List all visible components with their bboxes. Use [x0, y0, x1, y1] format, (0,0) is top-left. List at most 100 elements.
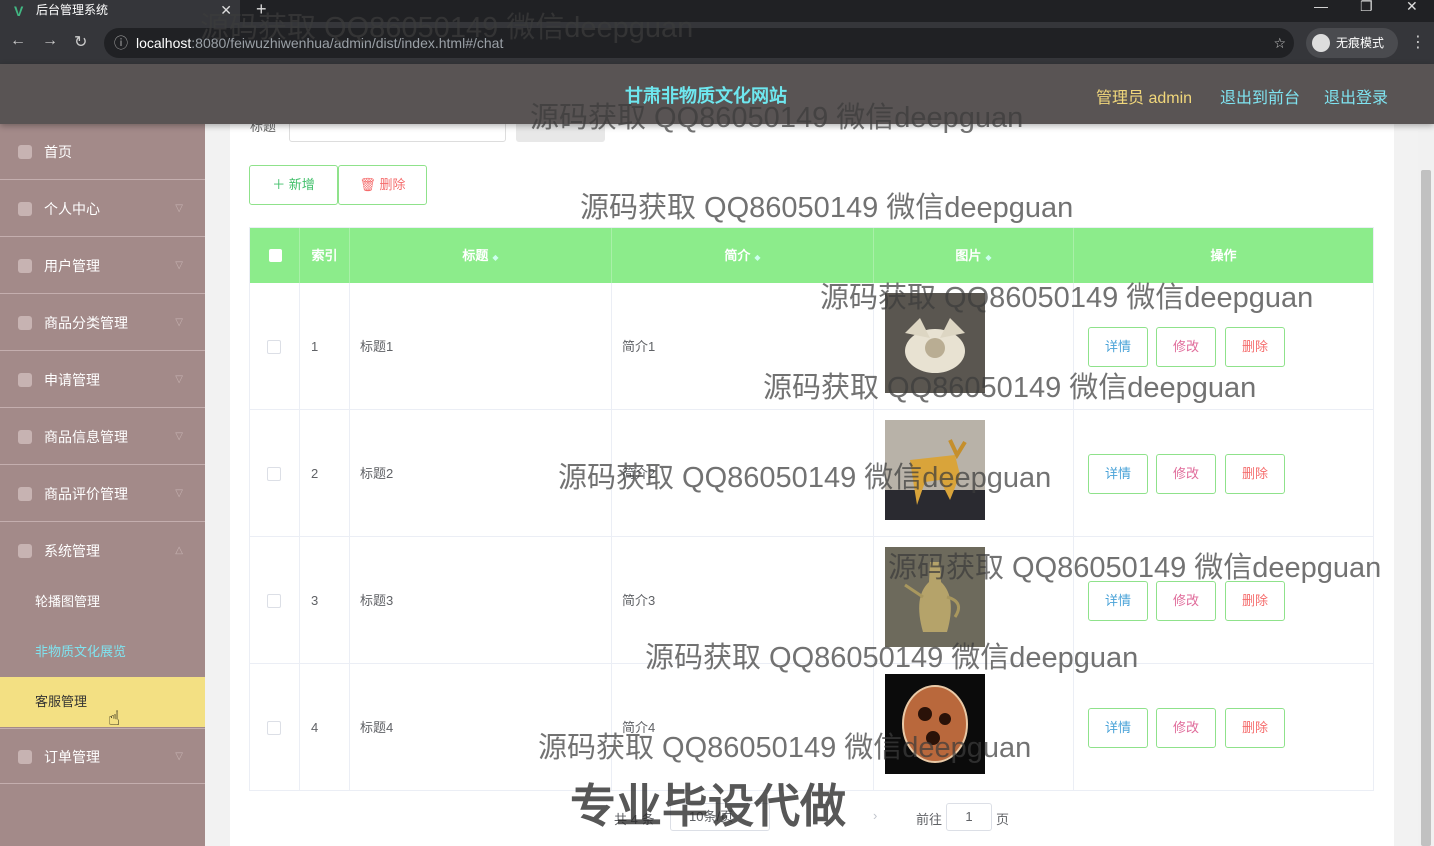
- edit-button[interactable]: 修改: [1156, 708, 1216, 748]
- chevron-down-icon: ▽: [175, 317, 183, 328]
- address-bar[interactable]: ⓘ localhost:8080/feiwuzhiwenhua/admin/di…: [104, 28, 1294, 58]
- sidebar-item-label: 商品分类管理: [44, 315, 128, 331]
- close-tab-icon[interactable]: ✕: [220, 0, 232, 20]
- sidebar-item-label: 订单管理: [44, 749, 100, 765]
- sidebar-item-applications[interactable]: 申请管理 ▽: [0, 352, 205, 408]
- cell-index: 2: [300, 410, 350, 537]
- sidebar-item-home[interactable]: 首页: [0, 124, 205, 180]
- sidebar-subitem-carousel[interactable]: 轮播图管理: [0, 577, 205, 627]
- url-path: :8080/feiwuzhiwenhua/admin/dist/index.ht…: [191, 35, 504, 51]
- batch-delete-button[interactable]: 🗑 删除: [338, 165, 427, 205]
- logout-link[interactable]: 退出登录: [1324, 84, 1388, 108]
- thumbnail-image[interactable]: [885, 674, 985, 774]
- edit-button[interactable]: 修改: [1156, 581, 1216, 621]
- row-select-cell: [250, 664, 300, 791]
- app-header: 甘肃非物质文化网站 管理员 admin 退出到前台 退出登录: [0, 64, 1434, 124]
- sidebar-item-personal[interactable]: 个人中心 ▽: [0, 181, 205, 237]
- browser-toolbar: ← → ↻ ⓘ localhost:8080/feiwuzhiwenhua/ad…: [0, 22, 1434, 64]
- incognito-badge[interactable]: 无痕模式: [1306, 28, 1398, 58]
- forward-icon[interactable]: →: [42, 32, 58, 50]
- next-page-icon[interactable]: ›: [873, 808, 877, 823]
- edit-button[interactable]: 修改: [1156, 327, 1216, 367]
- detail-button[interactable]: 详情: [1088, 454, 1148, 494]
- sidebar-item-label: 用户管理: [44, 258, 100, 274]
- header-title-label: 标题: [462, 248, 489, 263]
- close-window-icon[interactable]: ✕: [1406, 0, 1418, 15]
- restore-icon[interactable]: ❐: [1360, 0, 1373, 15]
- header-image[interactable]: 图片 ◆: [874, 228, 1074, 283]
- delete-button[interactable]: 删除: [1225, 581, 1285, 621]
- table-header: 索引 标题 ◆ 简介 ◆ 图片 ◆ 操作: [250, 228, 1373, 283]
- detail-button[interactable]: 详情: [1088, 708, 1148, 748]
- sidebar-item-categories[interactable]: 商品分类管理 ▽: [0, 295, 205, 351]
- scroll-thumb[interactable]: [1421, 170, 1431, 846]
- site-info-icon[interactable]: ⓘ: [114, 28, 128, 58]
- row-checkbox[interactable]: [267, 467, 281, 481]
- goto-label: 前往: [916, 812, 943, 827]
- user-icon: [18, 202, 32, 216]
- chevron-down-icon: ▽: [175, 260, 183, 271]
- chevron-down-icon: ▽: [175, 488, 183, 499]
- sort-icon[interactable]: ◆: [985, 253, 991, 262]
- cell-title: 标题2: [350, 410, 612, 537]
- incognito-icon: [1312, 34, 1330, 52]
- page-scrollbar[interactable]: [1418, 124, 1434, 846]
- category-icon: [18, 316, 32, 330]
- page-unit-label: 页: [996, 812, 1010, 827]
- page-jump-input[interactable]: 1: [946, 803, 992, 831]
- watermark-banner: 专业毕设代做: [570, 780, 846, 832]
- select-all-checkbox[interactable]: [269, 249, 282, 262]
- system-icon: [18, 544, 32, 558]
- select-all-cell: [250, 228, 300, 283]
- sidebar-item-label: 个人中心: [44, 201, 100, 217]
- delete-button[interactable]: 删除: [1225, 708, 1285, 748]
- sidebar-subitem-customer-service[interactable]: 客服管理: [0, 677, 205, 727]
- reload-icon[interactable]: ↻: [74, 32, 87, 52]
- order-icon: [18, 750, 32, 764]
- edit-button[interactable]: 修改: [1156, 454, 1216, 494]
- sidebar-item-products[interactable]: 商品信息管理 ▽: [0, 409, 205, 465]
- header-intro[interactable]: 简介 ◆: [612, 228, 874, 283]
- thumbnail-image[interactable]: [885, 420, 985, 520]
- sidebar-item-label: 商品信息管理: [44, 429, 128, 445]
- delete-button[interactable]: 删除: [1225, 327, 1285, 367]
- thumbnail-image[interactable]: [885, 293, 985, 393]
- sort-icon[interactable]: ◆: [754, 253, 760, 262]
- cell-index: 3: [300, 537, 350, 664]
- exit-to-front-link[interactable]: 退出到前台: [1220, 84, 1300, 108]
- review-icon: [18, 487, 32, 501]
- new-tab-icon[interactable]: +: [256, 0, 267, 20]
- sidebar: 首页 个人中心 ▽ 用户管理 ▽ 商品分类管理 ▽ 申请管理 ▽ 商品信息管理 ▽ 商品评…: [0, 124, 205, 846]
- row-checkbox[interactable]: [267, 340, 281, 354]
- header-actions: 操作: [1210, 248, 1237, 263]
- sidebar-item-reviews[interactable]: 商品评价管理 ▽: [0, 466, 205, 522]
- incognito-label: 无痕模式: [1336, 36, 1385, 50]
- browser-tab[interactable]: V 后台管理系统 ✕: [0, 0, 240, 22]
- sidebar-item-system[interactable]: 系统管理 △: [0, 523, 205, 579]
- back-icon[interactable]: ←: [10, 32, 26, 50]
- row-checkbox[interactable]: [267, 721, 281, 735]
- header-title[interactable]: 标题 ◆: [350, 228, 612, 283]
- sort-icon[interactable]: ◆: [492, 253, 498, 262]
- cell-intro: 简介2: [612, 410, 874, 537]
- thumbnail-image[interactable]: [885, 547, 985, 647]
- header-index: 索引: [300, 228, 350, 283]
- row-select-cell: [250, 410, 300, 537]
- row-select-cell: [250, 283, 300, 410]
- sidebar-item-label: 申请管理: [44, 372, 100, 388]
- minimize-icon[interactable]: —: [1314, 0, 1328, 14]
- application-icon: [18, 373, 32, 387]
- sidebar-subitem-exhibition[interactable]: 非物质文化展览: [0, 627, 205, 677]
- detail-button[interactable]: 详情: [1088, 581, 1148, 621]
- bookmark-star-icon[interactable]: ☆: [1273, 28, 1286, 58]
- users-icon: [18, 259, 32, 273]
- browser-menu-icon[interactable]: ⋮: [1410, 32, 1426, 52]
- add-button[interactable]: ＋ 新增: [249, 165, 338, 205]
- detail-button[interactable]: 详情: [1088, 327, 1148, 367]
- delete-button[interactable]: 删除: [1225, 454, 1285, 494]
- sidebar-item-orders[interactable]: 订单管理 ▽: [0, 728, 205, 784]
- browser-tabbar: V 后台管理系统 ✕ + — ❐ ✕: [0, 0, 1434, 22]
- row-checkbox[interactable]: [267, 594, 281, 608]
- sidebar-item-users[interactable]: 用户管理 ▽: [0, 238, 205, 294]
- cell-index: 4: [300, 664, 350, 791]
